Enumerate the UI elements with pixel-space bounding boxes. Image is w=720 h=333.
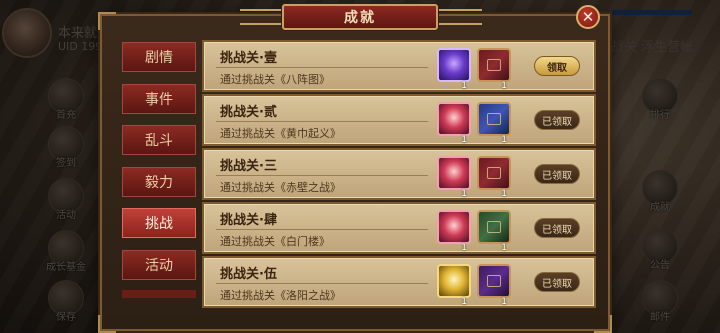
category-tabs: 剧情 事件 乱斗 毅力 挑战 活动 bbox=[122, 40, 196, 300]
tab-event[interactable]: 事件 bbox=[122, 84, 196, 114]
claimed-button[interactable]: 已领取 bbox=[534, 218, 580, 238]
tab-strip-bottom bbox=[122, 290, 196, 298]
dialog-title-banner: 成就 bbox=[282, 4, 438, 30]
achievement-list[interactable]: 挑战关·壹 通过挑战关《八阵图》 1 1 领取 挑战关·贰 通过挑战关《黄巾起义… bbox=[202, 38, 596, 310]
book-emblem bbox=[487, 221, 501, 233]
row-divider bbox=[216, 283, 428, 284]
green-book-icon[interactable]: 1 bbox=[477, 210, 511, 253]
reward-count: 1 bbox=[461, 135, 467, 145]
reward-count: 1 bbox=[501, 297, 507, 307]
claimed-button[interactable]: 已领取 bbox=[534, 164, 580, 184]
book-emblem bbox=[487, 275, 501, 287]
claim-button[interactable]: 领取 bbox=[534, 56, 580, 76]
red-book-icon[interactable]: 1 bbox=[477, 156, 511, 199]
row-divider bbox=[216, 121, 428, 122]
book-emblem bbox=[487, 59, 501, 71]
reward-count: 1 bbox=[501, 189, 507, 199]
achievement-desc: 通过挑战关《白门楼》 bbox=[220, 235, 330, 248]
frame-corner bbox=[98, 315, 116, 333]
reward-count: 1 bbox=[501, 81, 507, 91]
list-item: 挑战关·肆 通过挑战关《白门楼》 1 1 已领取 bbox=[202, 202, 596, 254]
reward-count: 1 bbox=[461, 297, 467, 307]
tab-label: 活动 bbox=[145, 258, 173, 274]
achievement-desc: 通过挑战关《八阵图》 bbox=[220, 73, 330, 86]
achievement-title: 挑战关·贰 bbox=[220, 105, 277, 120]
tab-melee[interactable]: 乱斗 bbox=[122, 125, 196, 155]
tab-activity[interactable]: 活动 bbox=[122, 250, 196, 280]
reward-count: 1 bbox=[461, 243, 467, 253]
tab-perseverance[interactable]: 毅力 bbox=[122, 167, 196, 197]
tab-label: 挑战 bbox=[145, 216, 173, 232]
list-item: 挑战关·三 通过挑战关《赤壁之战》 1 1 已领取 bbox=[202, 148, 596, 200]
gold-gem-icon[interactable]: 1 bbox=[437, 264, 471, 307]
purple-gem-icon[interactable]: 1 bbox=[437, 48, 471, 91]
achievement-title: 挑战关·三 bbox=[220, 159, 277, 174]
tab-label: 事件 bbox=[145, 92, 173, 108]
row-divider bbox=[216, 175, 428, 176]
row-divider bbox=[216, 229, 428, 230]
close-button[interactable]: ✕ bbox=[576, 5, 600, 29]
red-gem-icon[interactable]: 1 bbox=[437, 156, 471, 199]
dialog-title: 成就 bbox=[344, 10, 376, 26]
reward-count: 1 bbox=[461, 81, 467, 91]
title-ornament-right bbox=[436, 9, 482, 25]
purple-book-icon[interactable]: 1 bbox=[477, 264, 511, 307]
achievement-title: 挑战关·伍 bbox=[220, 267, 277, 282]
close-icon: ✕ bbox=[581, 7, 595, 26]
reward-count: 1 bbox=[501, 243, 507, 253]
list-item: 挑战关·伍 通过挑战关《洛阳之战》 1 1 已领取 bbox=[202, 256, 596, 308]
frame-corner bbox=[594, 315, 612, 333]
tab-story[interactable]: 剧情 bbox=[122, 42, 196, 72]
tab-label: 毅力 bbox=[145, 175, 173, 191]
list-item: 挑战关·贰 通过挑战关《黄巾起义》 1 1 已领取 bbox=[202, 94, 596, 146]
red-book-icon[interactable]: 1 bbox=[477, 48, 511, 91]
claimed-button[interactable]: 已领取 bbox=[534, 110, 580, 130]
tab-label: 剧情 bbox=[145, 50, 173, 66]
reward-count: 1 bbox=[461, 189, 467, 199]
row-divider bbox=[216, 67, 428, 68]
book-emblem bbox=[487, 113, 501, 125]
reward-count: 1 bbox=[501, 135, 507, 145]
title-ornament-left bbox=[240, 9, 286, 25]
achievement-desc: 通过挑战关《黄巾起义》 bbox=[220, 127, 341, 140]
achievement-desc: 通过挑战关《赤壁之战》 bbox=[220, 181, 341, 194]
blue-book-icon[interactable]: 1 bbox=[477, 102, 511, 145]
red-gem-icon[interactable]: 1 bbox=[437, 210, 471, 253]
red-gem-icon[interactable]: 1 bbox=[437, 102, 471, 145]
tab-challenge[interactable]: 挑战 bbox=[122, 208, 196, 238]
book-emblem bbox=[487, 167, 501, 179]
achievement-desc: 通过挑战关《洛阳之战》 bbox=[220, 289, 341, 302]
claimed-button[interactable]: 已领取 bbox=[534, 272, 580, 292]
tab-label: 乱斗 bbox=[145, 133, 173, 149]
frame-corner bbox=[98, 12, 116, 30]
list-item: 挑战关·壹 通过挑战关《八阵图》 1 1 领取 bbox=[202, 40, 596, 92]
achievement-title: 挑战关·肆 bbox=[220, 213, 277, 228]
achievement-title: 挑战关·壹 bbox=[220, 51, 277, 66]
